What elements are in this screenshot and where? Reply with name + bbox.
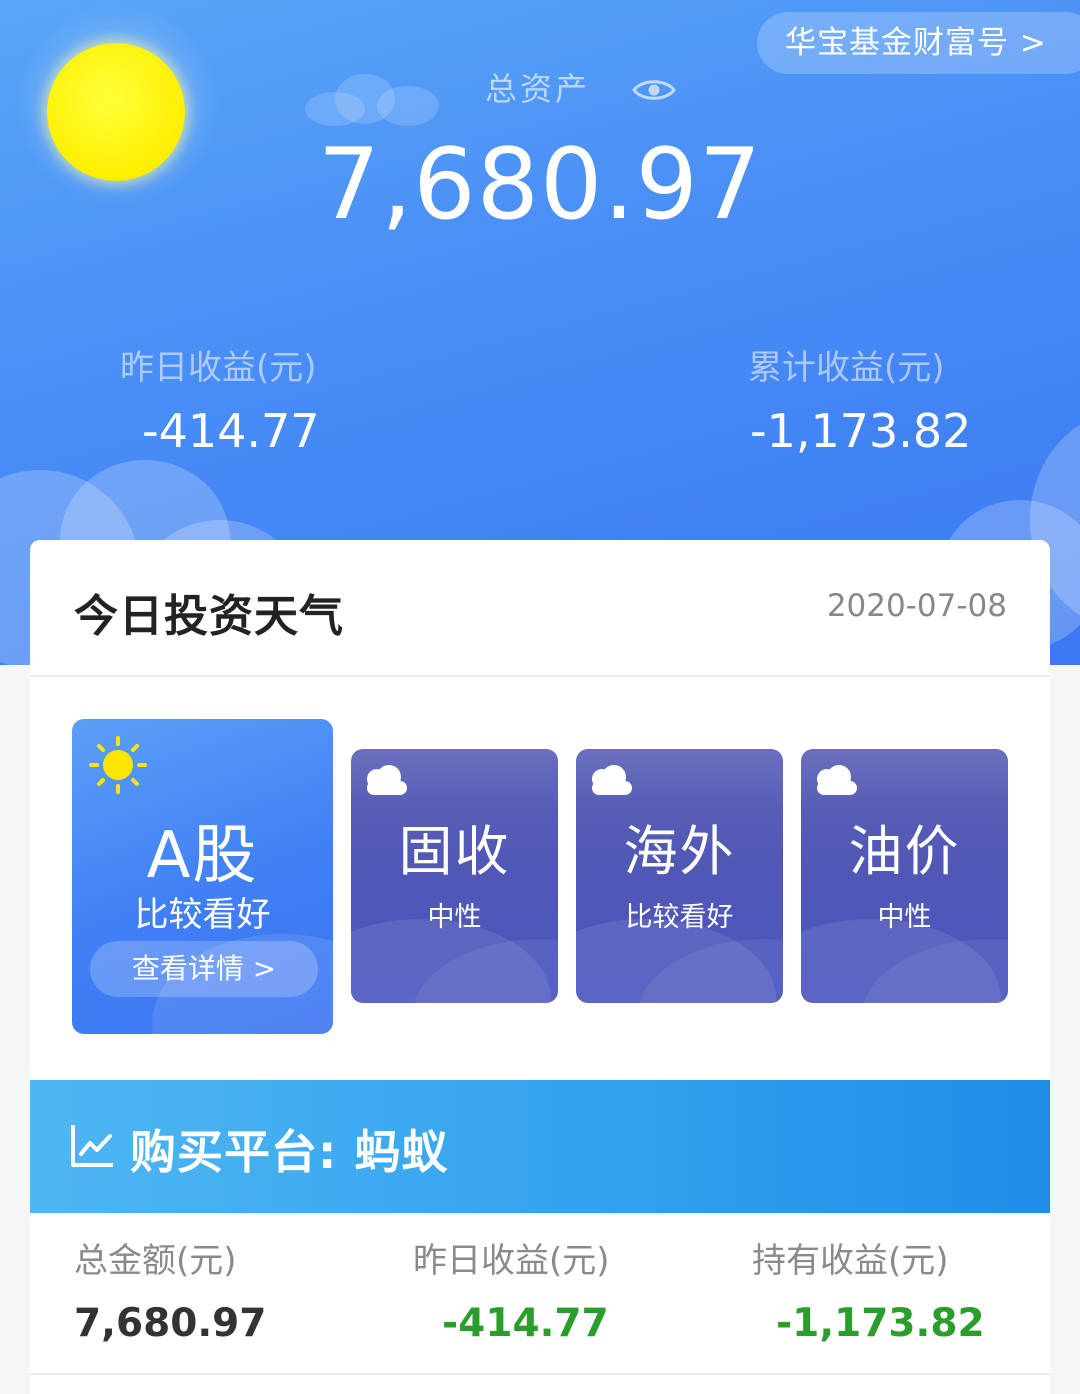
divider bbox=[30, 1373, 1050, 1375]
cloud-icon bbox=[592, 765, 632, 795]
tile-status: 比较看好 bbox=[625, 902, 734, 933]
yesterday-earnings-label: 昨日收益(元) bbox=[120, 348, 317, 388]
cumulative-earnings-value: -1,173.82 bbox=[750, 404, 972, 458]
yesterday-earnings-value: -414.77 bbox=[442, 1301, 609, 1346]
yesterday-earnings-value: -414.77 bbox=[142, 404, 320, 458]
holding-earnings-label: 持有收益(元) bbox=[752, 1241, 949, 1281]
platform-title: 购买平台: 蚂蚁 bbox=[130, 1125, 449, 1179]
weather-date: 2020-07-08 bbox=[826, 588, 1007, 624]
eye-icon[interactable] bbox=[632, 76, 676, 104]
cumulative-earnings-label: 累计收益(元) bbox=[748, 348, 945, 388]
line-chart-icon bbox=[71, 1125, 113, 1167]
yesterday-earnings-label: 昨日收益(元) bbox=[413, 1241, 610, 1281]
cloud-icon bbox=[367, 765, 407, 795]
weather-tile-a-shares[interactable]: A股 比较看好 查看详情 > bbox=[72, 719, 333, 1034]
holding-earnings-value: -1,173.82 bbox=[776, 1301, 985, 1346]
tile-name: A股 bbox=[146, 819, 259, 893]
tile-status: 比较看好 bbox=[134, 895, 271, 935]
holding-summary: 总金额(元) 昨日收益(元) 持有收益(元) 7,680.97 -414.77 … bbox=[30, 1213, 1050, 1394]
cloud-decoration bbox=[305, 70, 440, 126]
total-amount-label: 总金额(元) bbox=[74, 1241, 237, 1281]
tile-name: 固收 bbox=[398, 820, 511, 883]
sun-icon bbox=[89, 736, 147, 794]
tile-status: 中性 bbox=[427, 902, 482, 933]
tile-status: 中性 bbox=[877, 902, 932, 933]
weather-tile-fixed-income[interactable]: 固收 中性 bbox=[351, 749, 558, 1003]
weather-tile-oil-price[interactable]: 油价 中性 bbox=[801, 749, 1008, 1003]
divider bbox=[30, 675, 1050, 677]
total-assets-label: 总资产 bbox=[485, 70, 591, 108]
weather-tile-overseas[interactable]: 海外 比较看好 bbox=[576, 749, 783, 1003]
investment-weather-card: 今日投资天气 2020-07-08 A股 比较看好 查看详情 > 固收 中性 海… bbox=[30, 540, 1050, 1080]
tile-name: 海外 bbox=[623, 820, 736, 883]
platform-banner[interactable]: 购买平台: 蚂蚁 bbox=[30, 1080, 1050, 1213]
total-amount-value: 7,680.97 bbox=[74, 1301, 267, 1346]
cloud-icon bbox=[817, 765, 857, 795]
brand-link-button[interactable]: 华宝基金财富号 > bbox=[757, 12, 1080, 74]
weather-card-title: 今日投资天气 bbox=[74, 591, 344, 642]
view-details-button[interactable]: 查看详情 > bbox=[90, 941, 318, 997]
tile-name: 油价 bbox=[848, 820, 961, 883]
total-assets-value: 7,680.97 bbox=[317, 128, 763, 242]
